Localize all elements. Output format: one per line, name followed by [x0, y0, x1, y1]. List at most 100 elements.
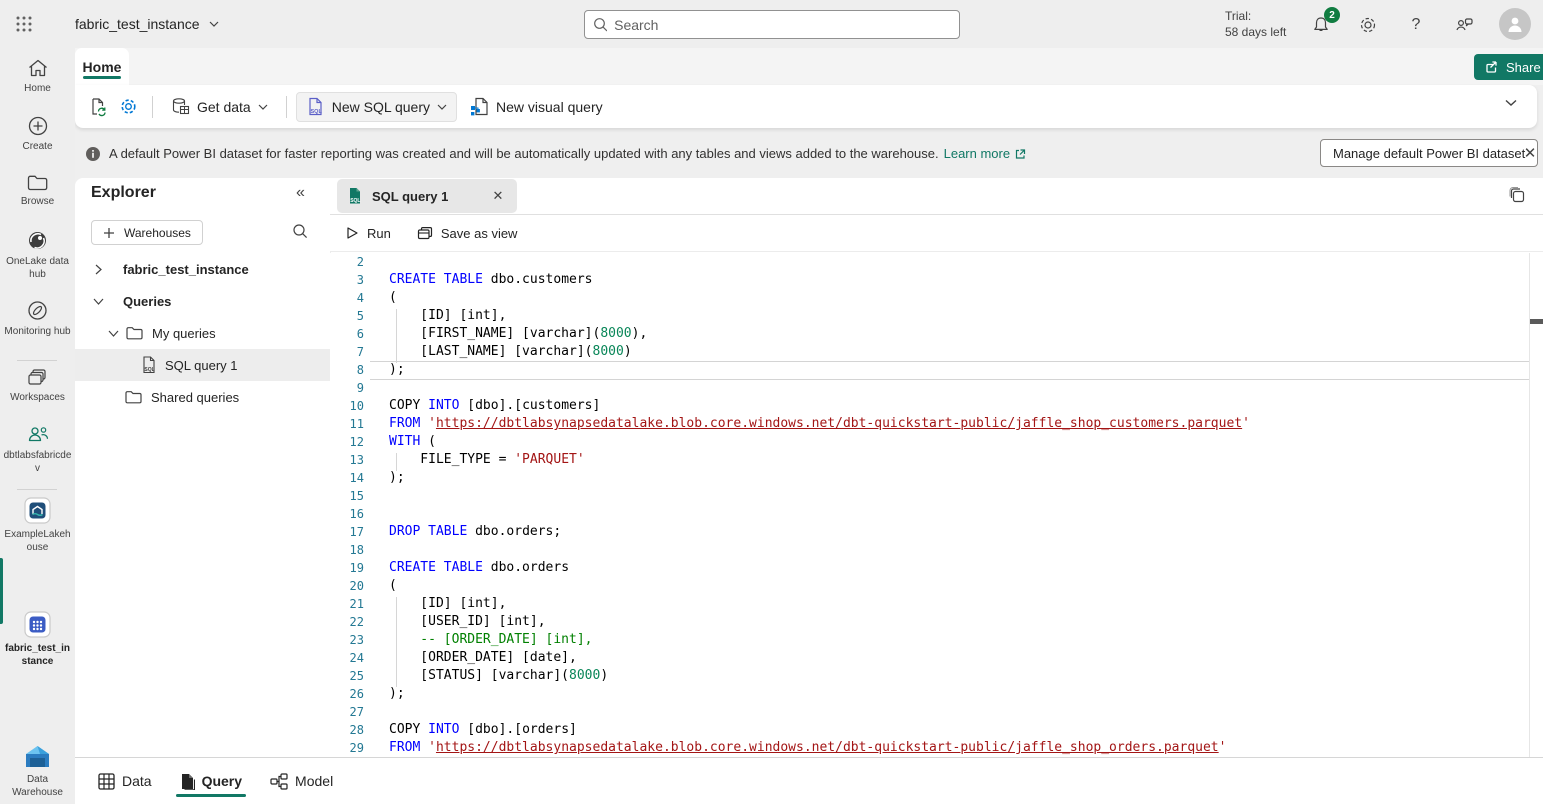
tree-item-queries[interactable]: Queries [75, 285, 330, 317]
explorer-search-icon[interactable] [292, 223, 308, 239]
sql-file-icon: SQL [141, 356, 157, 374]
play-icon [345, 226, 359, 240]
monitoring-icon [0, 300, 75, 321]
query-toolbar: Run Save as view [330, 215, 1543, 252]
share-icon [1484, 59, 1500, 75]
get-data-button[interactable]: Get data [162, 92, 277, 122]
nav-data-warehouse[interactable]: Data Warehouse [0, 745, 75, 799]
banner-close-icon[interactable]: ✕ [1518, 141, 1542, 165]
chevron-down-icon [209, 21, 219, 27]
ribbon-tab-row [75, 48, 1543, 85]
nav-item-examplelakehouse[interactable]: ExampleLakehouse [0, 497, 75, 554]
save-as-view-icon [417, 226, 433, 240]
trial-status: Trial: 58 days left [1225, 8, 1286, 40]
warehouse-item-icon [0, 611, 75, 638]
save-as-view-button[interactable]: Save as view [417, 226, 518, 241]
toolbar-divider [152, 96, 153, 118]
toolbar-divider [286, 96, 287, 118]
tree-item-shared-queries[interactable]: Shared queries [75, 381, 330, 413]
query-tab[interactable]: SQL SQL query 1 ✕ [337, 179, 517, 213]
nav-create[interactable]: Create [0, 116, 75, 153]
settings-gear-icon[interactable] [1357, 14, 1379, 36]
workspace-switcher[interactable]: fabric_test_instance [75, 0, 219, 48]
data-warehouse-icon [0, 745, 75, 769]
add-warehouses-button[interactable]: Warehouses [91, 220, 203, 245]
model-diagram-icon [270, 773, 288, 790]
visual-query-file-icon [470, 97, 489, 116]
sql-file-icon: SQL [347, 187, 363, 205]
plus-icon [103, 227, 115, 239]
nav-workspace-dbtlabsfabricdev[interactable]: dbtlabsfabricdev [0, 425, 75, 475]
explorer-title: Explorer [91, 184, 156, 202]
tree-item-warehouse[interactable]: fabric_test_instance [75, 253, 330, 285]
sql-file-icon: SQL [306, 97, 325, 116]
banner-message: A default Power BI dataset for faster re… [109, 146, 939, 161]
home-icon [0, 58, 75, 78]
data-grid-icon [98, 773, 115, 790]
workspace-name: fabric_test_instance [75, 16, 200, 32]
notification-badge: 2 [1324, 7, 1340, 23]
create-plus-icon [0, 116, 75, 136]
nav-onelake-data-hub[interactable]: OneLake data hub [0, 230, 75, 281]
manage-default-dataset-button[interactable]: Manage default Power BI dataset [1320, 139, 1538, 167]
nav-browse[interactable]: Browse [0, 174, 75, 208]
code-lines: 23CREATE TABLE dbo.customers4(5 [ID] [in… [330, 253, 1543, 757]
search-input[interactable] [614, 17, 951, 33]
tab-home[interactable]: Home [75, 48, 129, 85]
tab-close-icon[interactable]: ✕ [489, 188, 507, 204]
editor-scrollbar[interactable] [1529, 253, 1530, 757]
chevron-down-icon [437, 104, 447, 110]
tab-model[interactable]: Model [270, 758, 333, 804]
global-search[interactable] [584, 10, 960, 39]
avatar[interactable] [1499, 8, 1531, 40]
top-bar: fabric_test_instance Trial: 58 days left… [0, 0, 1543, 48]
learn-more-link[interactable]: Learn more [944, 146, 1026, 161]
folder-icon [125, 390, 142, 404]
rail-divider [17, 489, 57, 490]
onelake-icon [0, 230, 75, 251]
refresh-icon [88, 97, 108, 117]
app-launcher-icon[interactable] [16, 16, 32, 32]
ribbon-collapse-chevron-icon[interactable] [1505, 99, 1517, 107]
browse-folder-icon [0, 174, 75, 191]
database-icon [171, 97, 190, 116]
feedback-icon[interactable] [1453, 14, 1475, 36]
info-banner: A default Power BI dataset for faster re… [85, 135, 1533, 172]
nav-item-fabric-test-instance[interactable]: fabric_test_instance [0, 611, 75, 668]
tree-item-sql-query-1[interactable]: SQL SQL query 1 [75, 349, 330, 381]
left-nav-rail: Home Create Browse OneLake data hub Moni… [0, 48, 75, 804]
chevron-down-icon [91, 298, 105, 305]
chevron-right-icon [91, 264, 105, 275]
info-icon [85, 146, 101, 162]
rail-divider [17, 360, 57, 361]
workspace-people-icon [0, 425, 75, 445]
copy-icon[interactable] [1508, 186, 1526, 204]
query-settings-gear-icon[interactable] [113, 92, 143, 122]
search-icon [593, 17, 607, 32]
nav-workspaces[interactable]: Workspaces [0, 368, 75, 404]
svg-text:SQL: SQL [350, 198, 360, 204]
scrollbar-marker [1530, 319, 1543, 324]
chevron-down-icon [106, 330, 120, 337]
selected-nav-indicator [0, 558, 3, 624]
explorer-collapse-icon[interactable]: « [296, 184, 305, 202]
chevron-down-icon [258, 104, 268, 110]
run-button[interactable]: Run [345, 226, 391, 241]
nav-monitoring-hub[interactable]: Monitoring hub [0, 300, 75, 338]
home-tab-underline [83, 76, 121, 79]
new-sql-query-button[interactable]: SQL New SQL query [296, 92, 457, 122]
lakehouse-icon [0, 497, 75, 524]
share-button[interactable]: Share [1474, 54, 1543, 80]
tab-query[interactable]: Query [180, 758, 242, 804]
nav-home[interactable]: Home [0, 58, 75, 95]
tree-item-my-queries[interactable]: My queries [75, 317, 330, 349]
refresh-button[interactable] [83, 92, 113, 122]
tab-data[interactable]: Data [98, 758, 152, 804]
sql-code-editor[interactable]: 23CREATE TABLE dbo.customers4(5 [ID] [in… [330, 253, 1543, 757]
ribbon-toolbar: Get data SQL New SQL query New visual qu… [75, 85, 1537, 128]
svg-text:SQL: SQL [144, 367, 154, 373]
external-link-icon [1014, 148, 1026, 160]
new-visual-query-button[interactable]: New visual query [461, 92, 612, 122]
help-icon[interactable]: ? [1405, 14, 1427, 36]
query-doc-icon [180, 773, 195, 790]
